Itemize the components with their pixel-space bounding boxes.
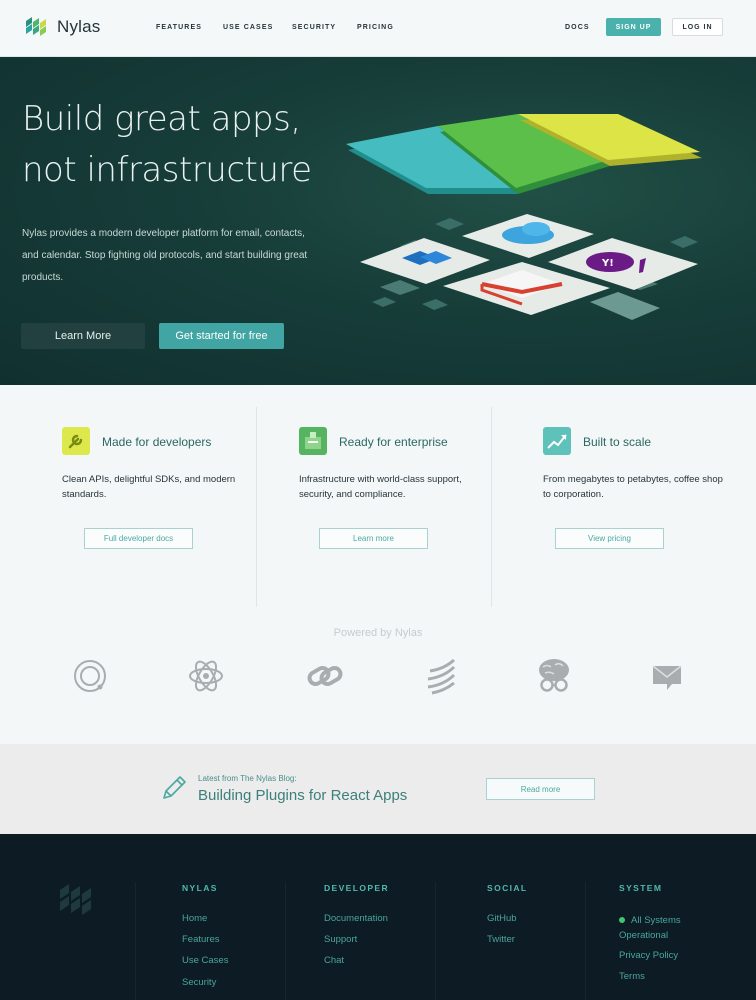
- signup-button[interactable]: SIGN UP: [606, 18, 661, 36]
- hero-description: Nylas provides a modern developer platfo…: [22, 228, 308, 283]
- enterprise-learn-more-button[interactable]: Learn more: [319, 528, 428, 549]
- logo-text: Nylas: [57, 17, 101, 36]
- feature-title: Made for developers: [102, 435, 212, 449]
- login-button[interactable]: LOG IN: [672, 18, 723, 36]
- footer-link-github[interactable]: GitHub: [487, 913, 517, 924]
- footer-link-features[interactable]: Features: [182, 934, 220, 945]
- footer-link-chat[interactable]: Chat: [324, 955, 344, 966]
- feature-description: Infrastructure with world-class support,…: [299, 474, 462, 500]
- blog-kicker: Latest from The Nylas Blog:: [198, 774, 297, 783]
- feature-title: Ready for enterprise: [339, 435, 448, 449]
- footer-link-documentation[interactable]: Documentation: [324, 913, 388, 924]
- growth-chart-icon: [543, 427, 571, 455]
- feature-divider: [491, 407, 492, 607]
- get-started-button[interactable]: Get started for free: [159, 323, 284, 349]
- view-pricing-button[interactable]: View pricing: [555, 528, 664, 549]
- enterprise-icon: [299, 427, 327, 455]
- footer: NYLAS Home Features Use Cases Security D…: [0, 834, 756, 1000]
- nylas-logo-icon: [26, 17, 46, 36]
- system-status[interactable]: All Systems Operational: [619, 913, 699, 943]
- logo[interactable]: Nylas: [24, 15, 101, 39]
- nav-docs[interactable]: DOCS: [565, 24, 590, 31]
- nav-use-cases[interactable]: USE CASES: [223, 24, 273, 31]
- nav-pricing[interactable]: PRICING: [357, 24, 394, 31]
- blog-post-title[interactable]: Building Plugins for React Apps: [198, 787, 407, 804]
- hero-title: Build great apps, not infrastructure: [22, 94, 312, 196]
- link-logo-icon: [307, 666, 343, 686]
- blog-banner: Latest from The Nylas Blog: Building Plu…: [0, 744, 756, 834]
- hero-title-line2: not infrastructure: [22, 150, 312, 190]
- footer-link-twitter[interactable]: Twitter: [487, 934, 515, 945]
- pencil-icon: [163, 776, 186, 799]
- footer-divider: [435, 882, 436, 1000]
- nav-security[interactable]: SECURITY: [292, 24, 336, 31]
- top-nav: Nylas FEATURES USE CASES SECURITY PRICIN…: [0, 0, 756, 57]
- orbit-logo-icon: [74, 660, 106, 692]
- status-ok-icon: [619, 917, 625, 924]
- hero-title-line1: Build great apps,: [22, 99, 301, 139]
- footer-divider: [585, 882, 586, 1000]
- system-status-text: All Systems Operational: [619, 915, 681, 941]
- nylas-footer-logo-icon: [60, 884, 91, 915]
- feature-description: Clean APIs, delightful SDKs, and modern …: [62, 474, 236, 500]
- stripes-logo-icon: [427, 658, 456, 695]
- read-more-button[interactable]: Read more: [486, 778, 595, 800]
- atom-logo-icon: [189, 660, 223, 692]
- feature-title: Built to scale: [583, 435, 652, 449]
- nav-features[interactable]: FEATURES: [156, 24, 202, 31]
- footer-heading-developer: DEVELOPER: [324, 883, 390, 893]
- footer-heading-social: SOCIAL: [487, 883, 528, 893]
- wrench-icon: [62, 427, 90, 455]
- footer-divider: [285, 882, 286, 1000]
- features-section: Made for developers Clean APIs, delightf…: [0, 385, 756, 615]
- footer-heading-system: SYSTEM: [619, 883, 663, 893]
- footer-link-support[interactable]: Support: [324, 934, 357, 945]
- learn-more-button[interactable]: Learn More: [21, 323, 145, 349]
- developer-docs-button[interactable]: Full developer docs: [84, 528, 193, 549]
- svg-text:Y!: Y!: [601, 258, 614, 269]
- footer-link-terms[interactable]: Terms: [619, 971, 645, 982]
- powered-by-label: Powered by Nylas: [333, 627, 423, 639]
- footer-link-security[interactable]: Security: [182, 977, 216, 988]
- footer-link-home[interactable]: Home: [182, 913, 207, 924]
- envelope-logo-icon: [652, 665, 682, 690]
- brain-glasses-logo-icon: [539, 659, 569, 692]
- feature-divider: [256, 407, 257, 607]
- platform-illustration: Y!: [346, 114, 702, 320]
- feature-description: From megabytes to petabytes, coffee shop…: [543, 474, 723, 500]
- footer-link-privacy[interactable]: Privacy Policy: [619, 950, 678, 961]
- footer-divider: [135, 882, 136, 1000]
- footer-link-use-cases[interactable]: Use Cases: [182, 955, 228, 966]
- footer-heading-nylas: NYLAS: [182, 883, 218, 893]
- hero: Build great apps, not infrastructure Nyl…: [0, 57, 756, 385]
